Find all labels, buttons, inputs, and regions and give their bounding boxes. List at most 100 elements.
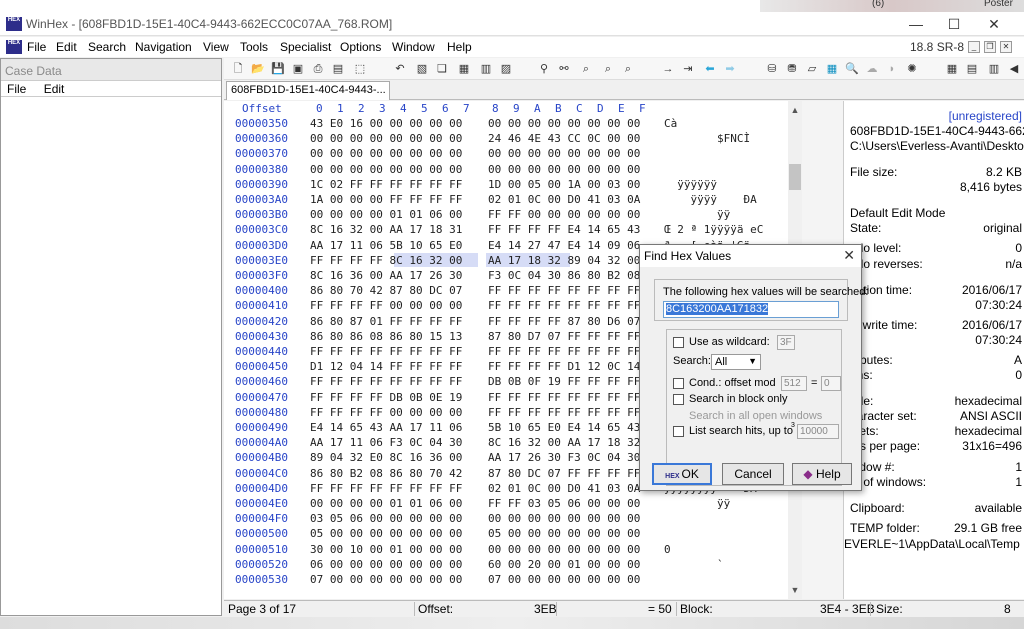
properties-icon[interactable]: ▤: [330, 61, 346, 77]
hex-row[interactable]: 00000500 05 00 00 00 00 00 00 00 05 00 00 …: [224, 527, 784, 542]
toolbar-collapse-icon[interactable]: ◀: [1006, 61, 1022, 77]
case-menu-edit[interactable]: Edit: [44, 82, 65, 96]
new-file-icon[interactable]: 🗋: [230, 61, 246, 77]
winhex-doc-icon[interactable]: HEX: [6, 40, 22, 54]
menu-tools[interactable]: Tools: [240, 40, 268, 54]
search-zoom-icon[interactable]: 🔍: [844, 61, 860, 77]
mdi-restore-icon[interactable]: ❐: [984, 41, 996, 53]
title-bar: (6) Poster HEX WinHex - [608FBD1D-15E1-4…: [0, 0, 1024, 36]
dialog-close-icon[interactable]: ✕: [843, 247, 855, 264]
help-button[interactable]: ◆ Help: [792, 463, 852, 485]
column-header: 6: [442, 102, 449, 115]
menu-edit[interactable]: Edit: [56, 40, 77, 54]
cond-offset-checkbox[interactable]: [673, 378, 684, 389]
hex-bytes-low: 30 00 10 00 01 00 00 00: [310, 542, 463, 556]
menu-view[interactable]: View: [203, 40, 229, 54]
grid-icon[interactable]: ▦: [944, 61, 960, 77]
document-tab[interactable]: 608FBD1D-15E1-40C4-9443-...: [226, 81, 390, 100]
hex-row[interactable]: 000004E0 00 00 00 00 01 01 06 00 FF FF 03 …: [224, 497, 784, 512]
mdi-close-icon[interactable]: ✕: [1000, 41, 1012, 53]
hex-bytes-low: FF FF FF FF FF FF FF FF: [310, 375, 463, 389]
replace-text-icon[interactable]: ⚯: [556, 61, 572, 77]
scroll-thumb[interactable]: [789, 164, 801, 190]
save-all-icon[interactable]: ▣: [290, 61, 306, 77]
hex-row[interactable]: 00000530 07 00 00 00 00 00 00 00 07 00 00 …: [224, 573, 784, 588]
menu-window[interactable]: Window: [392, 40, 435, 54]
menu-options[interactable]: Options: [340, 40, 381, 54]
save-icon[interactable]: 💾: [270, 61, 286, 77]
cond-value-input[interactable]: 0: [821, 376, 841, 391]
copy-icon[interactable]: ❏: [434, 61, 450, 77]
menu-file[interactable]: File: [27, 40, 46, 54]
open-file-icon[interactable]: 📂: [250, 61, 266, 77]
undo-icon[interactable]: ↶: [392, 61, 408, 77]
maximize-icon[interactable]: ☐: [944, 14, 964, 34]
hex-bytes-high: FF FF FF FF FF FF FF FF: [488, 284, 641, 298]
offset-header: Offset: [242, 102, 282, 115]
scroll-down-icon[interactable]: ▼: [788, 583, 802, 597]
ram-icon[interactable]: ⛃: [784, 61, 800, 77]
calculator-icon[interactable]: ▦: [824, 61, 840, 77]
search-scope-select[interactable]: All ▼: [711, 354, 761, 370]
cancel-button[interactable]: Cancel: [722, 463, 784, 485]
hex-row[interactable]: 00000390 1C 02 FF FF FF FF FF FF 1D 00 05 …: [224, 178, 784, 193]
open-disk-icon[interactable]: ⬚: [352, 61, 368, 77]
status-size-label: Size:: [876, 602, 903, 616]
minimize-icon[interactable]: —: [906, 14, 926, 34]
find-hex-icon[interactable]: ⌕: [578, 61, 594, 77]
list-hits-max-input[interactable]: 10000: [797, 424, 839, 439]
paste-icon[interactable]: ▦: [456, 61, 472, 77]
menu-search[interactable]: Search: [88, 40, 126, 54]
case-menu-file[interactable]: File: [7, 82, 26, 96]
copy-hex-icon[interactable]: ▨: [498, 61, 514, 77]
hex-row[interactable]: 000003C0 8C 16 32 00 AA 17 18 31 FF FF FF …: [224, 223, 784, 238]
column-header: E: [618, 102, 625, 115]
hex-bytes-low: 00 00 00 00 01 01 06 00: [310, 208, 463, 222]
hex-row[interactable]: 000004F0 03 05 06 00 00 00 00 00 00 00 00 …: [224, 512, 784, 527]
forward-icon[interactable]: ➡: [722, 61, 738, 77]
hex-row[interactable]: 00000350 43 E0 16 00 00 00 00 00 00 00 00 …: [224, 117, 784, 132]
hash-icon[interactable]: ☁: [864, 61, 880, 77]
analyze-icon[interactable]: ◗: [884, 61, 900, 77]
paste-write-icon[interactable]: ▥: [478, 61, 494, 77]
hex-row[interactable]: 000003A0 1A 00 00 00 FF FF FF FF 02 01 0C …: [224, 193, 784, 208]
column-header: 9: [513, 102, 520, 115]
options-icon[interactable]: ✺: [904, 61, 920, 77]
close-icon[interactable]: ✕: [984, 14, 1004, 34]
disk-tools-icon[interactable]: ⛁: [764, 61, 780, 77]
go-offset-icon[interactable]: →: [660, 61, 676, 77]
layout-icon[interactable]: ▤: [964, 61, 980, 77]
hex-bytes-high: FF FF FF FF 87 80 D6 07: [488, 314, 641, 328]
menu-navigation[interactable]: Navigation: [135, 40, 192, 54]
window-title: WinHex - [608FBD1D-15E1-40C4-9443-662ECC…: [26, 17, 393, 31]
back-icon[interactable]: ⬅: [702, 61, 718, 77]
cond-mod-input[interactable]: 512: [781, 376, 807, 391]
hex-row[interactable]: 00000360 00 00 00 00 00 00 00 00 24 46 4E …: [224, 132, 784, 147]
hex-values-input[interactable]: 8C163200AA171832: [663, 301, 839, 318]
edit-disk-icon[interactable]: ▱: [804, 61, 820, 77]
block-only-checkbox[interactable]: [673, 394, 684, 405]
hex-row[interactable]: 00000510 30 00 10 00 01 00 00 00 00 00 00 …: [224, 543, 784, 558]
wildcard-input[interactable]: 3F: [777, 335, 795, 350]
scroll-up-icon[interactable]: ▲: [788, 103, 802, 117]
find-next-icon[interactable]: ⌕: [600, 61, 616, 77]
ok-button[interactable]: HEX OK: [652, 463, 712, 485]
text-cell: $FNCÌ: [664, 132, 751, 146]
mdi-minimize-icon[interactable]: _: [968, 41, 980, 53]
window-number-value: 1: [1015, 460, 1022, 474]
menu-help[interactable]: Help: [447, 40, 472, 54]
tile-icon[interactable]: ▥: [986, 61, 1002, 77]
hex-row[interactable]: 00000520 06 00 00 00 00 00 00 00 60 00 20 …: [224, 558, 784, 573]
hex-row[interactable]: 00000380 00 00 00 00 00 00 00 00 00 00 00 …: [224, 163, 784, 178]
list-hits-checkbox[interactable]: [673, 426, 684, 437]
print-icon[interactable]: ⎙: [310, 61, 326, 77]
find-text-icon[interactable]: ⚲: [536, 61, 552, 77]
wildcard-checkbox[interactable]: [673, 337, 684, 348]
replace-hex-icon[interactable]: ⌕: [620, 61, 636, 77]
hex-row[interactable]: 00000370 00 00 00 00 00 00 00 00 00 00 00 …: [224, 147, 784, 162]
cut-icon[interactable]: ▧: [414, 61, 430, 77]
goto-page-icon[interactable]: ⇥: [680, 61, 696, 77]
menu-specialist[interactable]: Specialist: [280, 40, 331, 54]
hex-row[interactable]: 000003B0 00 00 00 00 01 01 06 00 FF FF 00 …: [224, 208, 784, 223]
offset-cell: 00000360: [235, 132, 288, 146]
